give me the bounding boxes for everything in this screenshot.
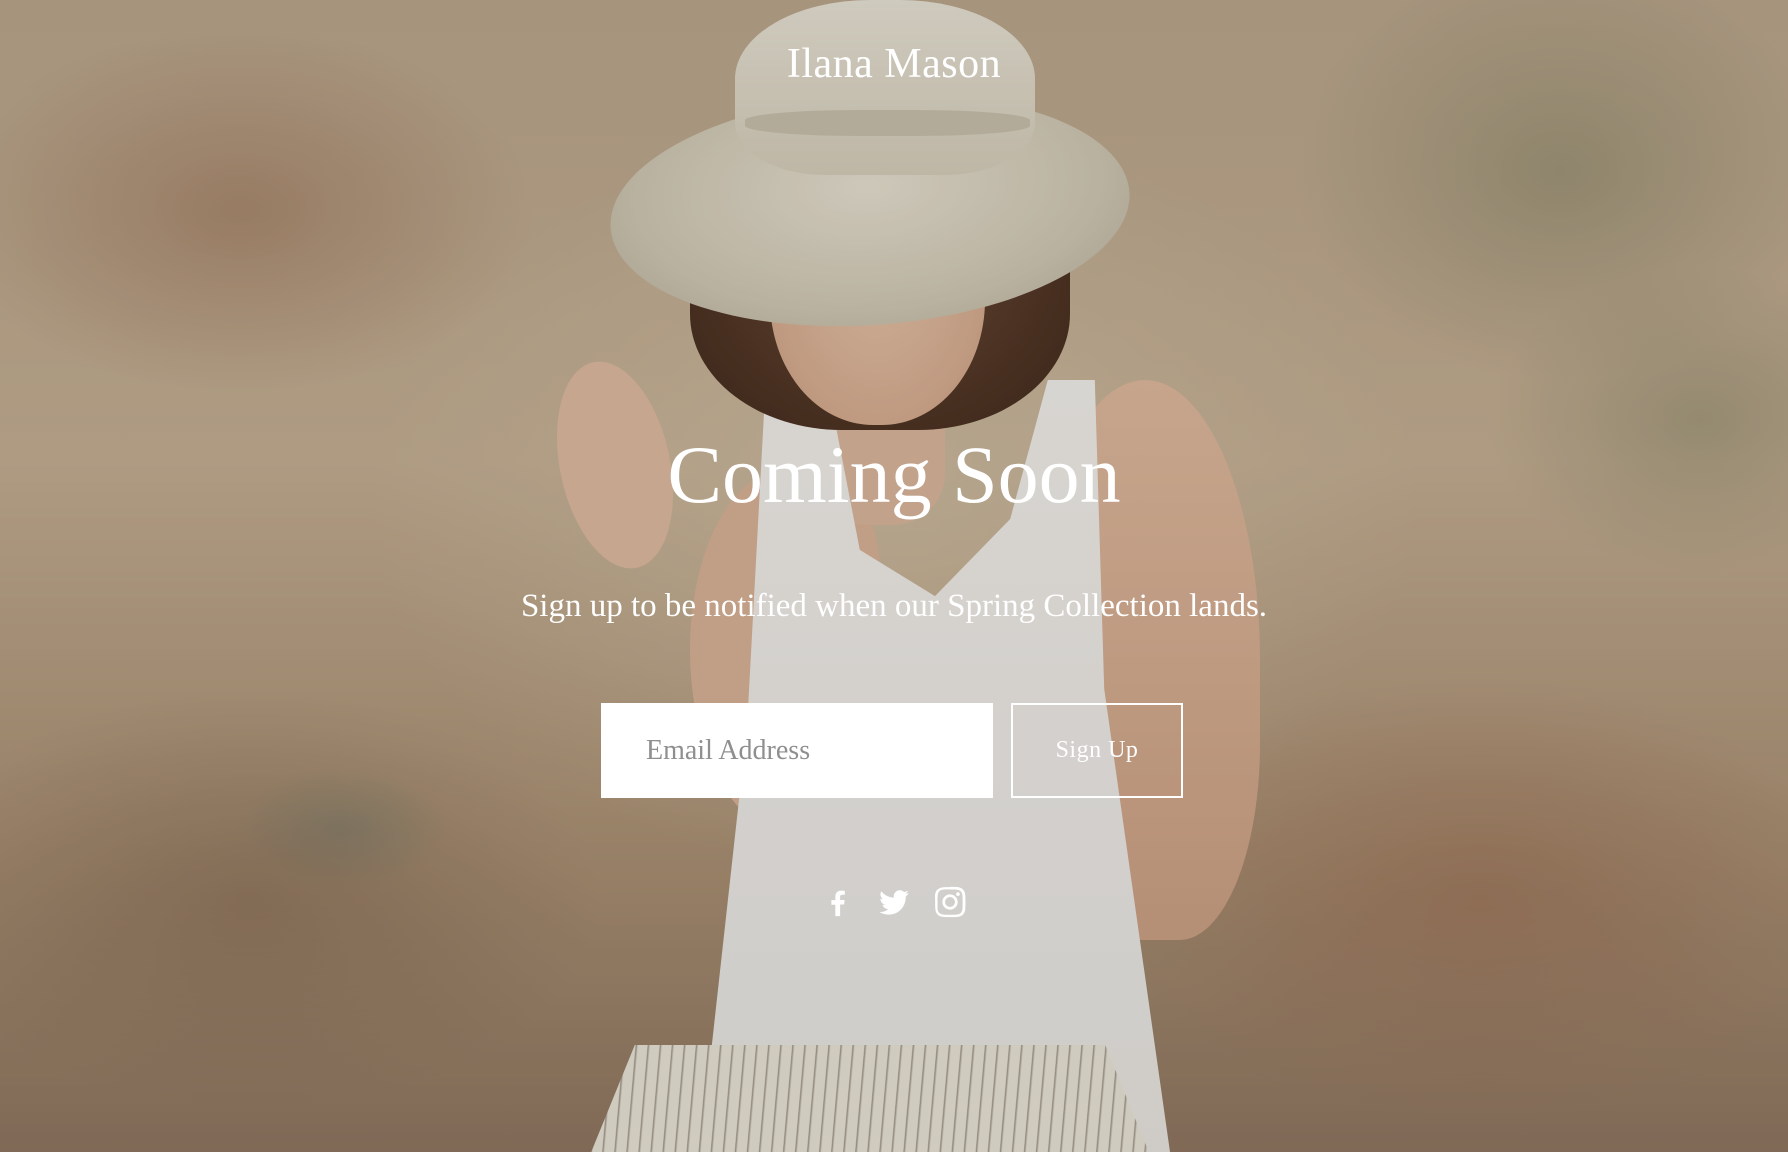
signup-description: Sign up to be notified when our Spring C… xyxy=(520,588,1268,624)
facebook-link[interactable] xyxy=(821,885,855,919)
sign-up-button[interactable]: Sign Up xyxy=(1011,703,1183,798)
email-input[interactable] xyxy=(601,703,993,798)
social-links xyxy=(0,885,1788,919)
instagram-link[interactable] xyxy=(933,885,967,919)
newsletter-form: Sign Up xyxy=(601,703,1183,798)
twitter-icon xyxy=(879,890,909,915)
page-title: Coming Soon xyxy=(667,429,1121,520)
twitter-link[interactable] xyxy=(877,885,911,919)
facebook-icon xyxy=(831,890,845,917)
coming-soon-content: Ilana Mason Coming Soon Sign up to be no… xyxy=(0,0,1788,1152)
brand-name: Ilana Mason xyxy=(786,41,1002,87)
instagram-icon xyxy=(934,886,966,918)
